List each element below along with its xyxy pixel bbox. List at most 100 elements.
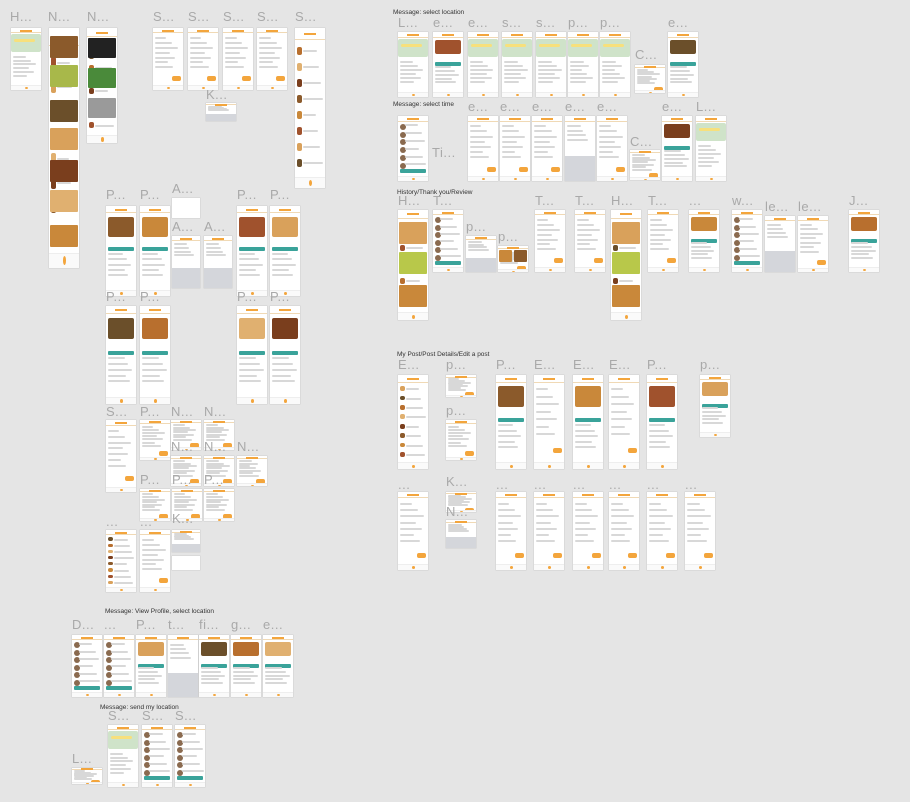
screen-frame[interactable] xyxy=(662,116,692,181)
screen-frame[interactable] xyxy=(140,206,170,296)
screen-frame[interactable] xyxy=(172,236,200,288)
screen-frame[interactable] xyxy=(685,492,715,570)
screen-frame[interactable] xyxy=(199,635,229,697)
screen-frame[interactable] xyxy=(72,635,102,697)
screen-frame[interactable] xyxy=(295,28,325,188)
screen-frame[interactable] xyxy=(106,306,136,404)
screen-frame[interactable] xyxy=(11,28,41,90)
food-photo-tile[interactable] xyxy=(50,160,78,182)
food-photo-tile[interactable] xyxy=(612,285,640,307)
screen-frame[interactable] xyxy=(270,206,300,296)
screen-frame[interactable] xyxy=(496,492,526,570)
food-photo-tile[interactable] xyxy=(88,98,116,118)
screen-frame[interactable] xyxy=(536,32,566,97)
screen-frame[interactable] xyxy=(732,210,762,272)
screen-frame[interactable] xyxy=(647,375,677,469)
screen-frame[interactable] xyxy=(175,725,205,787)
screen-frame[interactable] xyxy=(597,116,627,181)
screen-frame[interactable] xyxy=(106,420,136,492)
screen-frame[interactable] xyxy=(630,150,660,180)
screen-frame[interactable] xyxy=(106,206,136,296)
screen-frame[interactable] xyxy=(575,210,605,272)
screen-frame[interactable] xyxy=(237,306,267,404)
food-photo-tile[interactable] xyxy=(50,225,78,247)
screen-frame[interactable] xyxy=(573,492,603,570)
screen-frame[interactable] xyxy=(136,635,166,697)
screen-frame[interactable] xyxy=(648,210,678,272)
screen-frame[interactable] xyxy=(104,635,134,697)
screen-frame[interactable] xyxy=(689,210,719,272)
screen-frame[interactable] xyxy=(502,32,532,97)
screen-frame[interactable] xyxy=(668,32,698,97)
screen-frame[interactable] xyxy=(446,520,476,548)
food-photo-tile[interactable] xyxy=(612,252,640,274)
food-photo-tile[interactable] xyxy=(50,65,78,87)
screen-frame[interactable] xyxy=(72,768,102,784)
screen-frame[interactable] xyxy=(468,116,498,181)
food-photo-tile[interactable] xyxy=(499,250,512,262)
screen-frame[interactable] xyxy=(700,375,730,437)
food-photo-tile[interactable] xyxy=(50,100,78,122)
screen-frame[interactable] xyxy=(172,530,200,552)
screen-frame[interactable] xyxy=(204,236,232,288)
screen-frame[interactable] xyxy=(106,530,136,592)
screen-frame[interactable] xyxy=(398,116,428,181)
screen-frame[interactable] xyxy=(263,635,293,697)
screen-frame[interactable] xyxy=(647,492,677,570)
screen-frame[interactable] xyxy=(496,375,526,469)
screen-frame[interactable] xyxy=(270,306,300,404)
screen-frame[interactable] xyxy=(635,65,665,93)
screen-frame[interactable] xyxy=(108,725,138,787)
food-photo-tile[interactable] xyxy=(514,250,527,262)
screen-frame[interactable] xyxy=(172,198,200,218)
screen-frame[interactable] xyxy=(573,375,603,469)
screen-frame[interactable] xyxy=(433,32,463,97)
screen-frame[interactable] xyxy=(142,725,172,787)
screen-frame[interactable] xyxy=(237,206,267,296)
screen-frame[interactable] xyxy=(534,492,564,570)
screen-frame[interactable] xyxy=(231,635,261,697)
screen-frame[interactable] xyxy=(609,375,639,469)
food-photo-tile[interactable] xyxy=(399,285,427,307)
food-photo-tile[interactable] xyxy=(399,222,427,244)
screen-frame[interactable] xyxy=(446,375,476,397)
screen-frame[interactable] xyxy=(468,32,498,97)
food-photo-tile[interactable] xyxy=(399,252,427,274)
screen-frame[interactable] xyxy=(534,375,564,469)
screen-frame[interactable] xyxy=(500,116,530,181)
screen-frame[interactable] xyxy=(696,116,726,181)
screen-frame[interactable] xyxy=(398,492,428,570)
screen-frame[interactable] xyxy=(140,420,170,460)
screen-frame[interactable] xyxy=(765,216,795,272)
screen-frame[interactable] xyxy=(140,530,170,592)
screen-frame[interactable] xyxy=(466,236,496,272)
screen-frame[interactable] xyxy=(398,375,428,469)
screen-frame[interactable] xyxy=(565,116,595,181)
screen-frame[interactable] xyxy=(153,28,183,90)
design-canvas[interactable]: H... N... N... S... S... S... S... S... K... P...… xyxy=(0,0,910,802)
screen-frame[interactable] xyxy=(140,306,170,404)
screen-frame[interactable] xyxy=(446,420,476,460)
food-photo-tile[interactable] xyxy=(88,38,116,58)
food-photo-tile[interactable] xyxy=(50,128,78,150)
screen-frame[interactable] xyxy=(237,456,267,486)
screen-frame[interactable] xyxy=(168,635,198,697)
food-photo-tile[interactable] xyxy=(50,36,78,58)
screen-frame[interactable] xyxy=(206,103,236,121)
screen-frame[interactable] xyxy=(223,28,253,90)
screen-frame[interactable] xyxy=(433,210,463,272)
screen-frame[interactable] xyxy=(568,32,598,97)
food-photo-tile[interactable] xyxy=(88,68,116,88)
screen-frame[interactable] xyxy=(798,216,828,272)
screen-frame[interactable] xyxy=(532,116,562,181)
food-photo-tile[interactable] xyxy=(50,190,78,212)
screen-frame[interactable] xyxy=(188,28,218,90)
screen-frame[interactable] xyxy=(609,492,639,570)
screen-frame[interactable] xyxy=(257,28,287,90)
screen-frame[interactable] xyxy=(172,556,200,570)
screen-frame[interactable] xyxy=(204,489,234,521)
screen-frame[interactable] xyxy=(600,32,630,97)
screen-frame[interactable] xyxy=(849,210,879,272)
food-photo-tile[interactable] xyxy=(612,222,640,244)
screen-frame[interactable] xyxy=(398,32,428,97)
